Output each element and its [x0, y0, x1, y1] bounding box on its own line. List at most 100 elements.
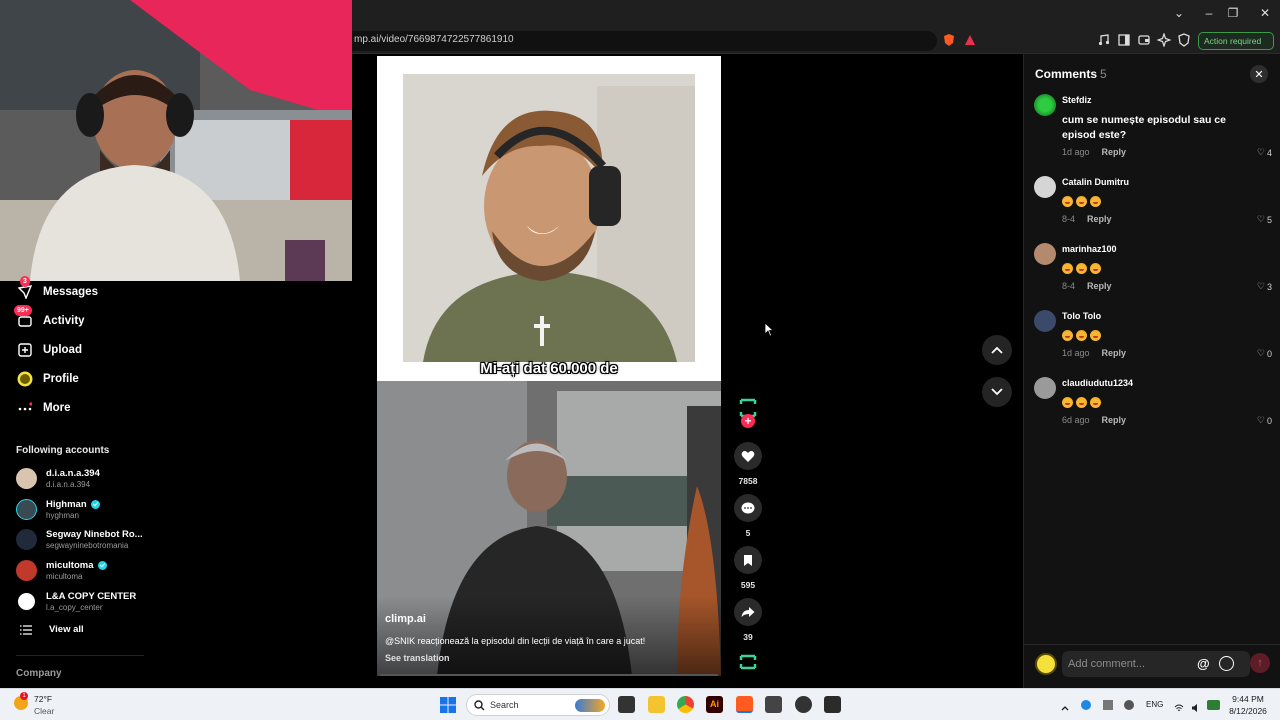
reply-button[interactable]: Reply [1102, 348, 1127, 358]
app-icon[interactable] [824, 696, 841, 713]
sidebar-item-label: Messages [43, 286, 98, 298]
volume-icon[interactable] [1191, 700, 1201, 712]
following-account-row[interactable]: micultoma micultoma [16, 557, 107, 583]
sidebar-item-profile[interactable]: Profile [16, 369, 79, 389]
url-field[interactable]: mp.ai/video/7669874722577861910 [352, 31, 937, 51]
mouse-cursor-icon [764, 322, 774, 337]
comment-button[interactable] [734, 494, 762, 522]
following-account-row[interactable]: Highman hyghman [16, 496, 100, 522]
emoji-icon[interactable] [1219, 656, 1234, 671]
chevron-down-icon[interactable]: ⌄ [1168, 4, 1190, 22]
file-explorer-icon[interactable] [648, 696, 665, 713]
comment-username[interactable]: Tolo Tolo [1062, 311, 1101, 321]
avatar[interactable] [1034, 310, 1056, 332]
comment-username[interactable]: Catalin Dumitru [1062, 177, 1129, 187]
close-icon[interactable]: ✕ [1254, 4, 1276, 22]
microphone-icon[interactable] [1124, 700, 1134, 710]
battery-icon[interactable] [1207, 700, 1220, 710]
following-account-row[interactable]: d.i.a.n.a.394 d.i.a.n.a.394 [16, 465, 100, 491]
avatar[interactable] [1034, 377, 1056, 399]
sidebar-item-upload[interactable]: Upload [16, 340, 82, 360]
video-caption-overlay: Mi-ați dat 60.000 de [480, 360, 618, 377]
comment-like-count: 0 [1266, 415, 1272, 426]
close-comments-button[interactable]: ✕ [1250, 65, 1268, 83]
comment-username[interactable]: Stefdiz [1062, 95, 1092, 105]
reply-button[interactable]: Reply [1087, 214, 1112, 224]
sidebar-item-more[interactable]: More [16, 398, 70, 418]
sidebar-item-activity[interactable]: 99+ Activity [14, 305, 85, 331]
task-view-icon[interactable] [618, 696, 635, 713]
sidebar-item-label: Upload [43, 344, 82, 356]
music-icon[interactable] [1097, 33, 1111, 47]
avatar [16, 528, 37, 550]
brave-shield-icon[interactable] [942, 33, 956, 47]
webcam-feed-image [0, 0, 352, 281]
tray-app-icon[interactable] [1081, 700, 1091, 710]
avatar[interactable] [1034, 243, 1056, 265]
following-account-row[interactable]: Segway Ninebot Ro... segwayninebotromania [16, 526, 143, 552]
taskbar-search[interactable]: Search [466, 694, 610, 716]
more-icon [16, 399, 34, 417]
comment-item: Stefdiz cum se numește episodul sau ce e… [1034, 94, 1272, 164]
comment-username[interactable]: marinhaz100 [1062, 244, 1117, 254]
vpn-shield-icon[interactable] [1177, 33, 1191, 47]
comment-like-button[interactable]: ♡ 0 [1257, 348, 1272, 359]
comment-like-button[interactable]: ♡ 0 [1257, 415, 1272, 426]
search-icon [474, 700, 485, 711]
account-name: Highman [46, 499, 100, 510]
browser-titlebar: ⌄ – ❐ ✕ [352, 0, 1280, 28]
obs-icon[interactable] [795, 696, 812, 713]
wallet-icon[interactable] [1137, 33, 1151, 47]
windows-start-icon[interactable] [440, 697, 456, 713]
share-button[interactable] [734, 598, 762, 626]
clock-date[interactable]: 8/12/2026 [1224, 706, 1272, 716]
sound-avatar[interactable] [734, 648, 762, 676]
previous-video-button[interactable] [982, 335, 1012, 365]
avatar[interactable] [1034, 94, 1056, 116]
sidebar-icon[interactable] [1117, 33, 1131, 47]
send-comment-button[interactable]: ↑ [1250, 653, 1270, 673]
see-translation-link[interactable]: See translation [385, 653, 450, 663]
illustrator-icon[interactable]: Ai [706, 696, 723, 713]
laughing-emoji-icon [1076, 330, 1087, 341]
comment-like-button[interactable]: ♡ 3 [1257, 281, 1272, 292]
mention-icon[interactable]: @ [1197, 656, 1210, 671]
comment-like-button[interactable]: ♡ 5 [1257, 214, 1272, 225]
heart-outline-icon: ♡ [1256, 415, 1265, 425]
sidebar-item-messages[interactable]: 3 Messages [16, 276, 98, 302]
rewards-icon[interactable] [963, 33, 977, 47]
company-section-title[interactable]: Company [16, 668, 62, 679]
comment-meta: 1d ago Reply [1062, 348, 1126, 358]
reply-button[interactable]: Reply [1102, 147, 1127, 157]
next-video-button[interactable] [982, 377, 1012, 407]
video-player[interactable]: Mi-ați dat 60.000 de climp.ai @SNIK reac… [377, 56, 721, 676]
chrome-icon[interactable] [677, 696, 694, 713]
account-handle: hyghman [46, 510, 79, 520]
language-indicator[interactable]: ENG [1146, 700, 1163, 709]
leo-ai-icon[interactable] [1157, 33, 1171, 47]
notification-badge: 3 [20, 276, 30, 287]
following-account-row[interactable]: L&A COPY CENTER l.a_copy_center [16, 588, 136, 614]
comment-like-button[interactable]: ♡ 4 [1257, 147, 1272, 158]
reply-button[interactable]: Reply [1087, 281, 1112, 291]
restore-icon[interactable]: ❐ [1222, 4, 1244, 22]
action-required-button[interactable]: Action required [1198, 32, 1274, 50]
chevron-up-icon[interactable] [1060, 700, 1070, 711]
brave-browser-icon[interactable] [736, 696, 753, 713]
like-button[interactable] [734, 442, 762, 470]
weather-temperature[interactable]: 72°F [34, 694, 52, 704]
tray-app-icon[interactable] [1103, 700, 1113, 710]
reply-button[interactable]: Reply [1102, 415, 1127, 425]
video-author[interactable]: climp.ai [385, 613, 426, 625]
wifi-icon[interactable] [1174, 700, 1184, 711]
avatar[interactable] [1034, 176, 1056, 198]
follow-plus-icon[interactable]: + [741, 414, 755, 428]
video-progress-bar[interactable] [380, 674, 718, 676]
view-all-link[interactable]: View all [16, 624, 84, 635]
clock-time[interactable]: 9:44 PM [1228, 694, 1268, 704]
comment-like-count: 4 [1266, 147, 1272, 158]
app-icon[interactable] [765, 696, 782, 713]
comment-username[interactable]: claudiudutu1234 [1062, 378, 1133, 388]
minimize-icon[interactable]: – [1198, 4, 1220, 22]
save-button[interactable] [734, 546, 762, 574]
